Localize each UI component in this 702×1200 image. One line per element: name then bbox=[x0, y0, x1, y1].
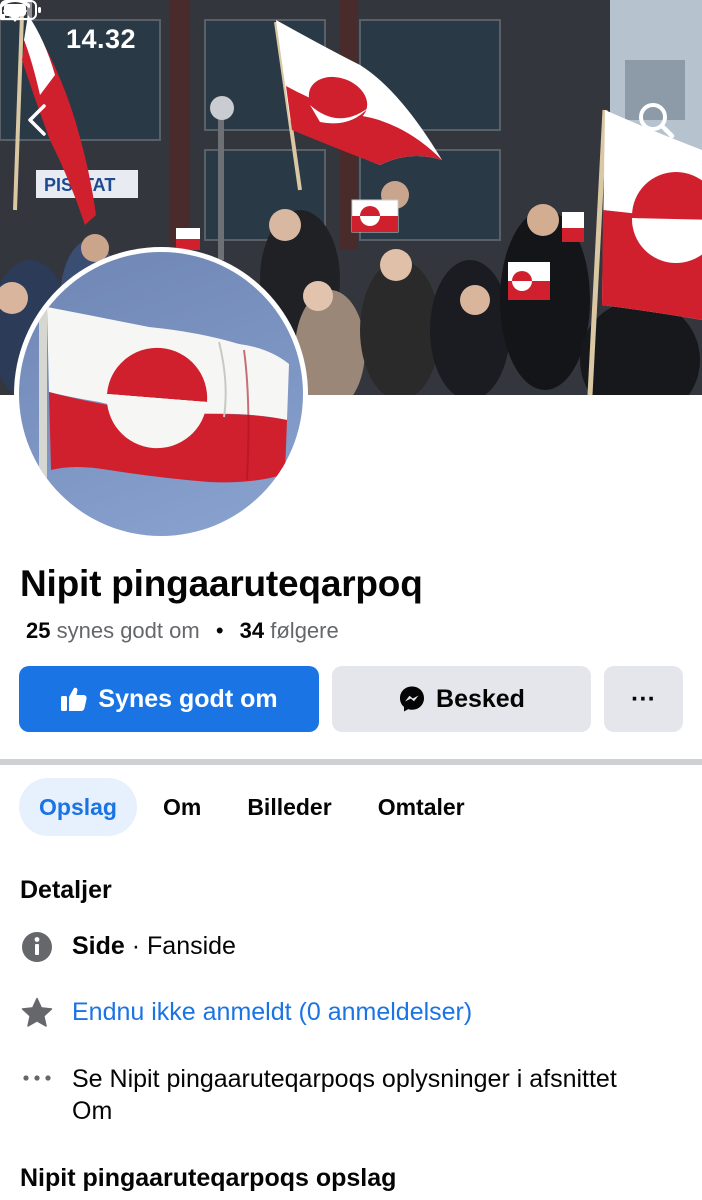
status-time: 14.32 bbox=[66, 24, 137, 54]
reviews-row: Endnu ikke anmeldt (0 anmeldelser) bbox=[20, 996, 472, 1030]
tab-posts[interactable]: Opslag bbox=[19, 778, 137, 836]
more-dots-icon bbox=[23, 1075, 51, 1081]
search-icon bbox=[639, 103, 675, 139]
posts-heading: Nipit pingaaruteqarpoqs opslag bbox=[20, 1164, 397, 1192]
profile-tabs: Opslag Om Billeder Omtaler bbox=[19, 778, 491, 836]
search-button[interactable] bbox=[634, 98, 678, 142]
messenger-icon bbox=[400, 686, 425, 712]
greenland-flag-image bbox=[39, 292, 289, 536]
back-button[interactable] bbox=[22, 100, 56, 140]
reviews-link[interactable]: Endnu ikke anmeldt (0 anmeldelser) bbox=[72, 996, 472, 1028]
info-icon bbox=[22, 932, 52, 962]
stats-separator: • bbox=[215, 618, 224, 643]
likes-label[interactable]: synes godt om bbox=[57, 618, 200, 643]
more-options-button[interactable]: ··· bbox=[604, 666, 683, 732]
page-type-label: Side bbox=[72, 932, 125, 960]
page-stats: 25 synes godt om • 34 følgere bbox=[26, 618, 339, 644]
more-dots-icon: ··· bbox=[631, 684, 656, 713]
star-icon bbox=[21, 997, 53, 1027]
status-bar: 14.32 bbox=[0, 0, 702, 80]
message-button[interactable]: Besked bbox=[332, 666, 591, 732]
page-title: Nipit pingaaruteqarpoq bbox=[20, 563, 423, 604]
followers-count: 34 bbox=[239, 618, 265, 643]
details-heading: Detaljer bbox=[20, 876, 112, 904]
tab-reviews[interactable]: Omtaler bbox=[358, 778, 485, 836]
thumbs-up-icon bbox=[61, 687, 87, 711]
section-divider bbox=[0, 759, 702, 765]
followers-label[interactable]: følgere bbox=[270, 618, 338, 643]
tab-about[interactable]: Om bbox=[143, 778, 221, 836]
about-info-row: Se Nipit pingaaruteqarpoqs oplysninger i… bbox=[20, 1063, 620, 1127]
like-button[interactable]: Synes godt om bbox=[19, 666, 319, 732]
chevron-left-icon bbox=[28, 104, 46, 136]
profile-picture-image bbox=[19, 252, 303, 536]
message-button-label: Besked bbox=[436, 684, 525, 713]
tab-photos[interactable]: Billeder bbox=[227, 778, 351, 836]
likes-count: 25 bbox=[26, 618, 51, 643]
page-type-value: · Fanside bbox=[131, 932, 236, 960]
profile-picture[interactable] bbox=[14, 247, 308, 541]
about-info-text[interactable]: Se Nipit pingaaruteqarpoqs oplysninger i… bbox=[72, 1063, 620, 1127]
battery-icon bbox=[0, 0, 41, 20]
page-type-row: Side · Fanside bbox=[20, 930, 236, 964]
like-button-label: Synes godt om bbox=[98, 684, 278, 713]
